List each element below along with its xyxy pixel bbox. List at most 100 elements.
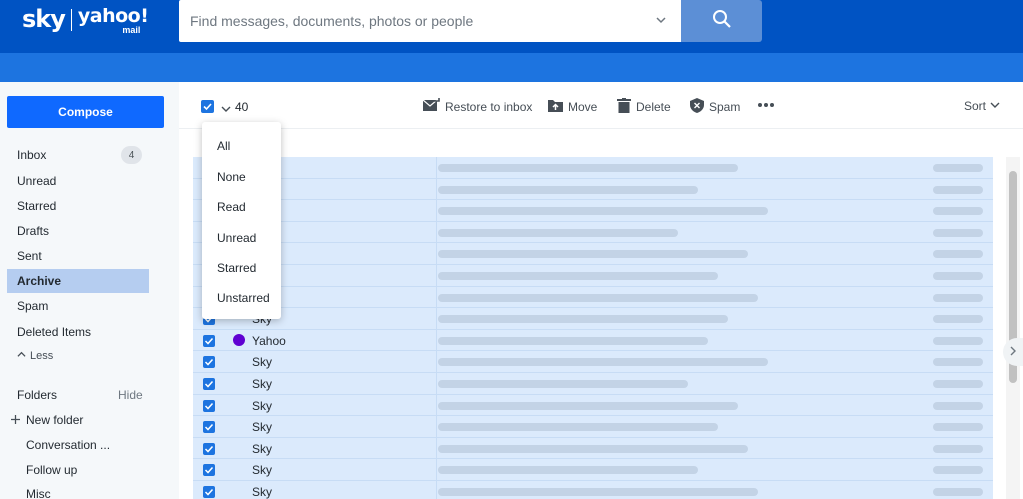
sidebar-item-unread[interactable]: Unread xyxy=(7,169,149,193)
delete-button[interactable]: Delete xyxy=(617,98,671,116)
message-sender: Sky xyxy=(252,485,273,499)
message-row[interactable]: Sky xyxy=(193,437,993,460)
message-date-redacted xyxy=(933,401,983,410)
column-divider xyxy=(436,329,437,351)
message-row[interactable]: Sky xyxy=(193,394,993,417)
select-option-all[interactable]: All xyxy=(217,139,230,153)
message-subject-redacted xyxy=(438,380,688,388)
sidebar-item-deleted-items[interactable]: Deleted Items xyxy=(7,320,149,344)
select-option-none[interactable]: None xyxy=(217,170,246,184)
message-date-redacted xyxy=(933,423,983,432)
message-checkbox[interactable] xyxy=(203,464,215,477)
more-actions-icon[interactable] xyxy=(757,98,775,117)
column-divider xyxy=(436,481,437,499)
sidebar-item-starred[interactable]: Starred xyxy=(7,194,149,218)
message-row[interactable] xyxy=(193,221,993,244)
sidebar-folder-conversation[interactable]: Conversation ... xyxy=(26,438,110,452)
sidebar-item-spam[interactable]: Spam xyxy=(7,294,149,318)
message-subject-redacted xyxy=(438,466,698,475)
message-row[interactable]: Sky xyxy=(193,416,993,438)
message-row[interactable]: Sky xyxy=(193,459,993,481)
select-option-unread[interactable]: Unread xyxy=(217,231,256,245)
app-header: sky yahoo! mail xyxy=(0,0,1023,53)
message-date-redacted xyxy=(933,488,983,496)
message-row[interactable] xyxy=(193,265,993,287)
message-date-redacted xyxy=(933,250,983,259)
header-sub-bar xyxy=(0,53,1023,82)
shield-icon xyxy=(690,98,704,116)
message-checkbox[interactable] xyxy=(203,378,215,390)
message-subject-redacted xyxy=(438,488,758,496)
sidebar-item-label: Deleted Items xyxy=(17,325,92,339)
message-date-redacted xyxy=(933,380,983,388)
chevron-up-icon xyxy=(17,350,26,362)
search-button[interactable] xyxy=(681,0,762,42)
message-sender: Yahoo xyxy=(252,333,286,348)
delete-label: Delete xyxy=(636,100,671,114)
message-row[interactable] xyxy=(193,200,993,222)
message-row[interactable]: Sky xyxy=(193,481,993,499)
search-options-chevron-icon[interactable] xyxy=(655,13,667,31)
message-subject-redacted xyxy=(438,272,718,280)
column-divider xyxy=(436,286,437,308)
sort-button[interactable]: Sort xyxy=(964,99,1000,113)
message-row[interactable]: Sky xyxy=(193,308,993,330)
sidebar-folder-misc[interactable]: Misc xyxy=(26,487,51,499)
message-checkbox[interactable] xyxy=(203,356,215,369)
message-subject-redacted xyxy=(438,336,708,345)
message-checkbox[interactable] xyxy=(203,399,215,412)
message-subject-redacted xyxy=(438,207,768,216)
message-checkbox[interactable] xyxy=(203,334,215,347)
unread-count-badge: 4 xyxy=(121,146,142,164)
restore-to-inbox-label: Restore to inbox xyxy=(445,99,533,114)
message-sender: Sky xyxy=(252,398,273,413)
select-menu-chevron-icon[interactable] xyxy=(221,101,231,119)
restore-to-inbox-button[interactable]: Restore to inbox xyxy=(422,98,533,115)
new-folder-button[interactable]: New folder xyxy=(11,413,83,427)
compose-button[interactable]: Compose xyxy=(7,96,164,128)
chevron-right-icon xyxy=(1009,343,1017,361)
message-subject-redacted xyxy=(438,444,748,453)
select-all-checkbox[interactable] xyxy=(201,100,214,113)
sidebar-item-sent[interactable]: Sent xyxy=(7,244,149,268)
sidebar-item-archive[interactable]: Archive xyxy=(7,269,149,293)
move-button[interactable]: Move xyxy=(548,98,597,115)
message-row[interactable] xyxy=(193,286,993,309)
sidebar-item-drafts[interactable]: Drafts xyxy=(7,219,149,243)
sidebar-item-label: Starred xyxy=(17,199,57,213)
message-row[interactable]: Sky xyxy=(193,351,993,373)
message-row[interactable] xyxy=(193,178,993,201)
show-less-toggle[interactable]: Less xyxy=(17,350,53,362)
chevron-down-icon xyxy=(990,99,1000,113)
less-label: Less xyxy=(30,350,54,362)
expand-side-panel-button[interactable] xyxy=(1003,338,1023,366)
message-row[interactable]: Sky xyxy=(193,373,993,395)
logo-mail-text: mail xyxy=(122,25,141,35)
message-row[interactable]: Yahoo xyxy=(193,329,993,352)
sidebar-item-label: Archive xyxy=(17,274,62,288)
hide-folders-link[interactable]: Hide xyxy=(118,388,143,402)
search-input[interactable] xyxy=(179,0,639,42)
message-subject-redacted xyxy=(438,228,678,237)
spam-button[interactable]: Spam xyxy=(690,98,740,116)
column-divider xyxy=(436,221,437,243)
message-sender: Sky xyxy=(252,355,273,370)
message-checkbox[interactable] xyxy=(203,486,215,498)
select-option-read[interactable]: Read xyxy=(217,200,246,214)
sidebar-item-inbox[interactable]: Inbox 4 xyxy=(7,143,149,167)
select-option-unstarred[interactable]: Unstarred xyxy=(217,291,270,305)
message-row[interactable] xyxy=(193,157,993,179)
column-divider xyxy=(436,308,437,330)
column-divider xyxy=(436,200,437,222)
message-date-redacted xyxy=(933,272,983,280)
message-row[interactable] xyxy=(193,243,993,265)
select-option-starred[interactable]: Starred xyxy=(217,261,256,275)
message-checkbox[interactable] xyxy=(203,442,215,455)
message-subject-redacted xyxy=(438,164,738,172)
sidebar-folder-follow-up[interactable]: Follow up xyxy=(26,463,77,477)
message-checkbox[interactable] xyxy=(203,421,215,434)
sky-yahoo-mail-logo[interactable]: sky yahoo! mail xyxy=(22,6,149,35)
message-toolbar: 40 Restore to inbox Move Delete Spam Sor… xyxy=(179,82,1023,129)
message-subject-redacted xyxy=(438,358,768,367)
message-date-redacted xyxy=(933,315,983,324)
